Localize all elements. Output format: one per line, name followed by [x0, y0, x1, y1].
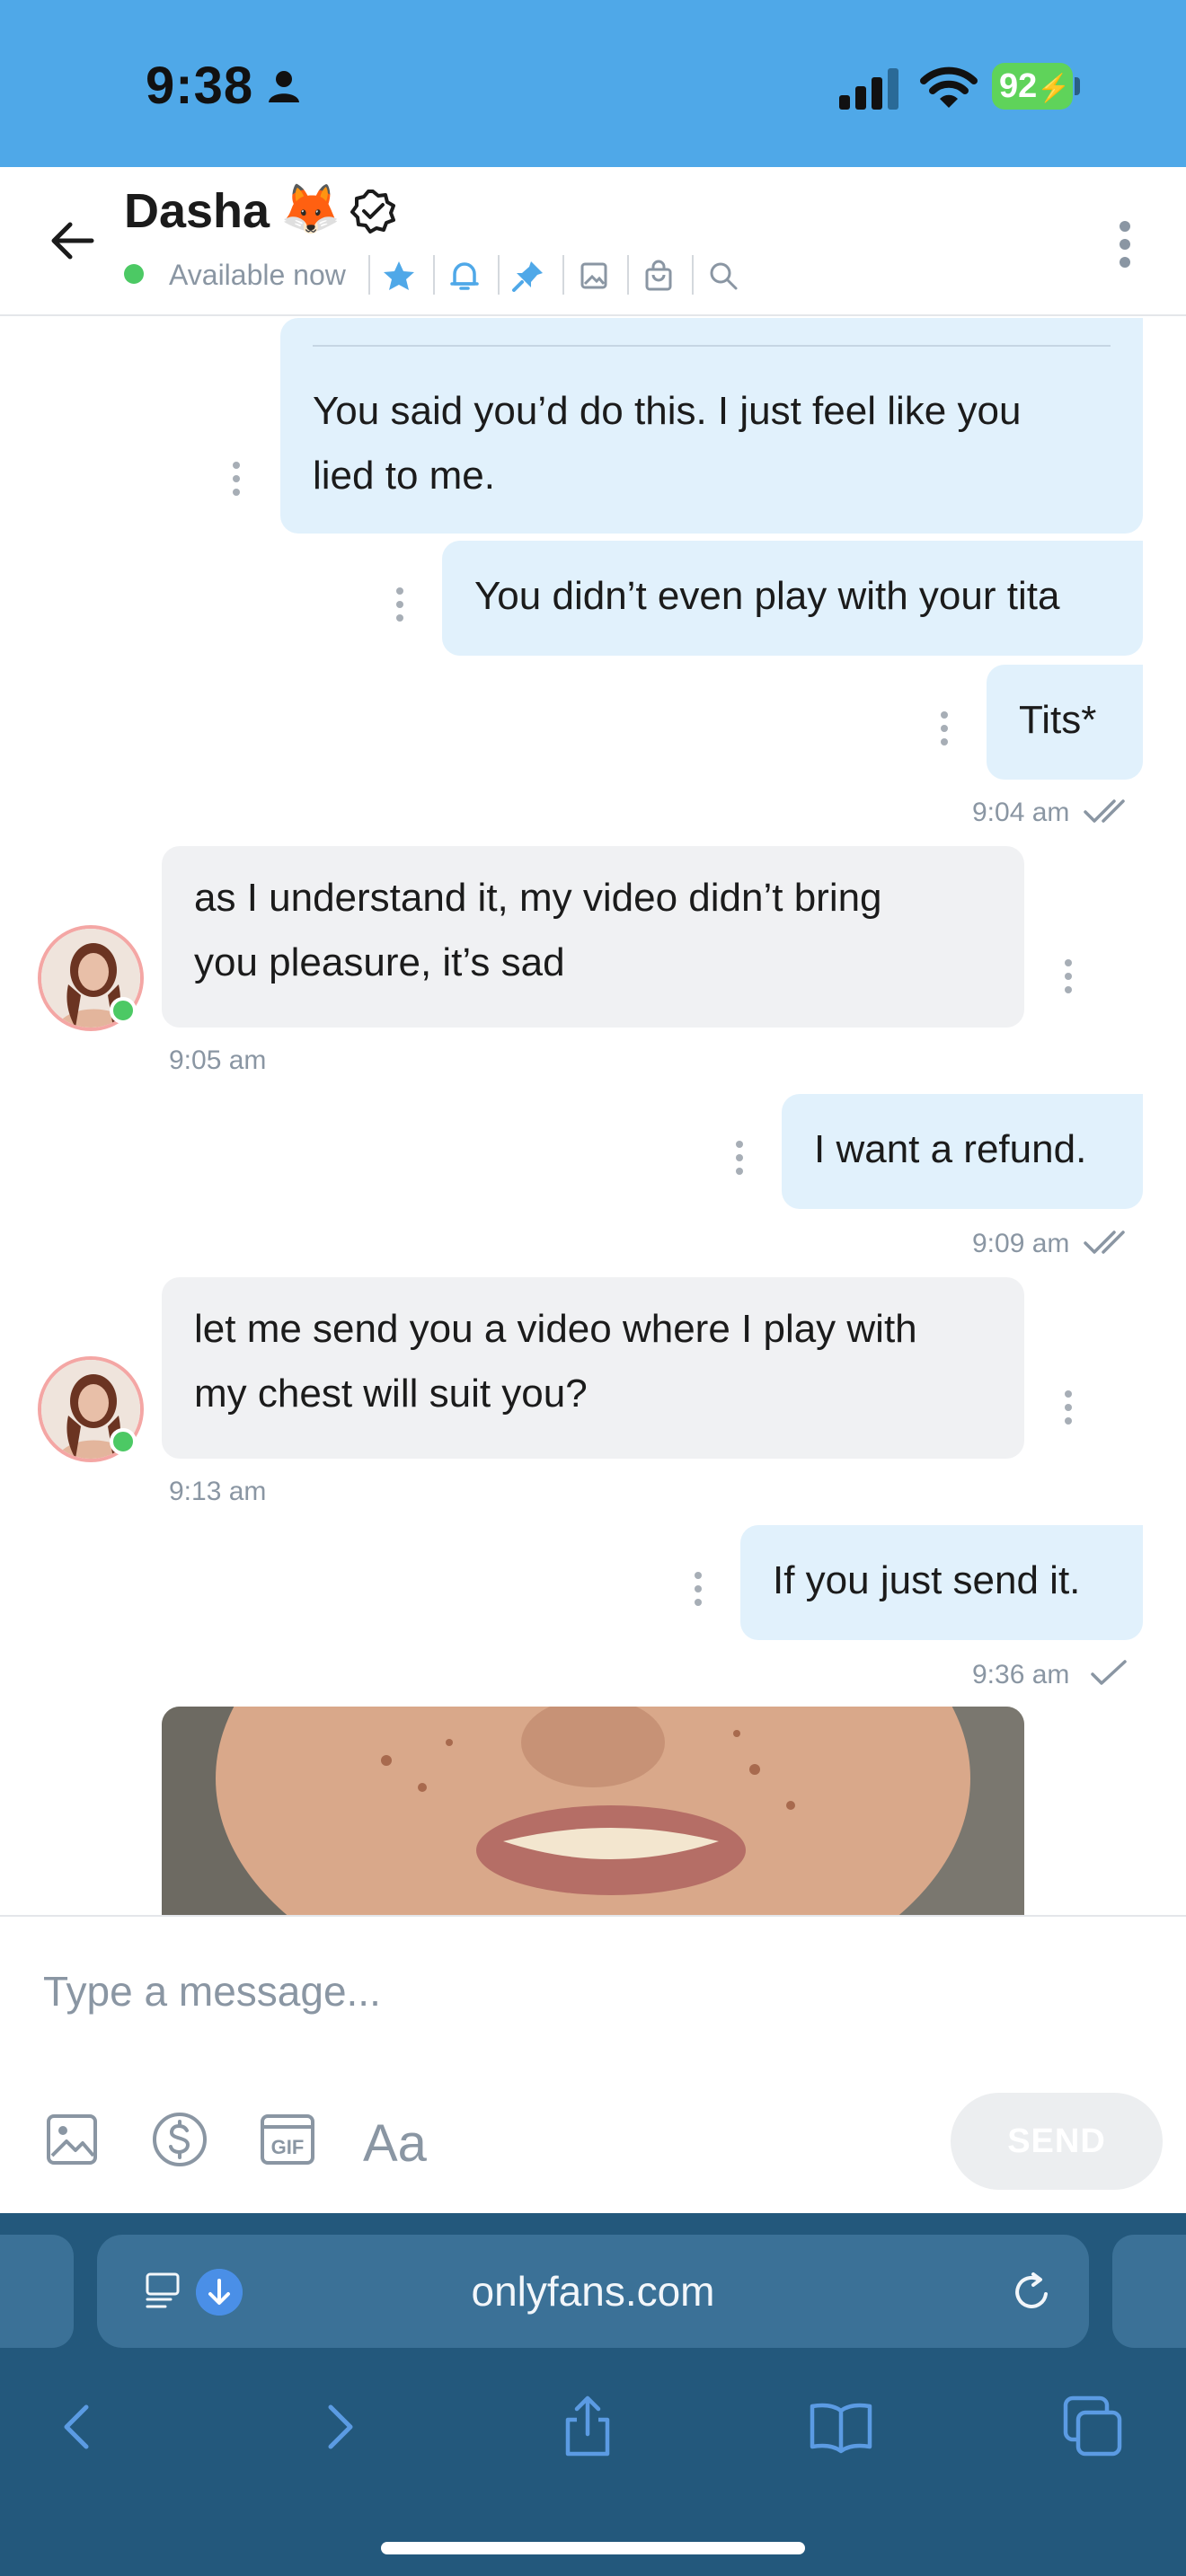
share-icon[interactable] — [555, 2395, 620, 2459]
message-bubble-outgoing[interactable]: You didn’t even play with your tita — [442, 541, 1143, 656]
tabs-icon[interactable] — [1060, 2395, 1125, 2459]
send-button[interactable]: SEND — [951, 2093, 1163, 2190]
message-options-button[interactable] — [733, 1141, 746, 1182]
svg-text:Aa: Aa — [363, 2114, 428, 2170]
message-options-button[interactable] — [1062, 959, 1075, 1001]
message-text-line: as I understand it, my video didn’t brin… — [194, 876, 882, 920]
battery-level: 92 — [999, 67, 1038, 105]
double-check-icon — [1084, 1231, 1125, 1254]
check-icon — [1091, 1660, 1127, 1685]
battery-icon: 92⚡ — [992, 63, 1073, 110]
status-bar: 9:38 92⚡ — [0, 0, 1186, 167]
online-status-dot — [124, 264, 144, 284]
quoted-message-divider — [313, 345, 1111, 347]
message-bubble-outgoing[interactable]: You said you’d do this. I just feel like… — [280, 318, 1143, 534]
image-icon[interactable] — [577, 259, 611, 293]
message-text: You didn’t even play with your tita — [474, 574, 1060, 618]
back-arrow-icon[interactable] — [45, 214, 99, 268]
svg-text:GIF: GIF — [271, 2136, 305, 2158]
font-icon[interactable]: Aa — [363, 2109, 431, 2170]
star-icon[interactable] — [382, 259, 416, 293]
download-icon[interactable] — [196, 2269, 243, 2316]
message-options-button[interactable] — [394, 587, 406, 629]
header-divider — [498, 255, 500, 295]
chat-header: Dasha 🦊 Available now — [0, 167, 1186, 316]
fox-emoji: 🦊 — [280, 182, 341, 236]
address-url[interactable]: onlyfans.com — [97, 2235, 1089, 2348]
header-divider — [368, 255, 370, 295]
header-divider — [627, 255, 629, 295]
message-timestamp: 9:09 am — [972, 1229, 1070, 1258]
double-check-icon — [1084, 799, 1125, 823]
person-icon — [269, 71, 299, 102]
message-text-line: lied to me. — [313, 454, 495, 498]
message-text: Tits* — [1019, 698, 1097, 742]
message-timestamp: 9:05 am — [169, 1045, 267, 1075]
message-bubble-outgoing[interactable]: If you just send it. — [740, 1525, 1143, 1640]
message-text: I want a refund. — [814, 1127, 1087, 1171]
browser-toolbar: onlyfans.com — [0, 2213, 1186, 2576]
message-bubble-incoming[interactable]: let me send you a video where I play wit… — [162, 1277, 1024, 1459]
message-input[interactable] — [43, 1960, 1121, 2023]
battery-tip — [1075, 77, 1080, 95]
status-time: 9:38 — [146, 57, 254, 115]
cellular-signal-icon — [839, 68, 898, 110]
message-timestamp: 9:13 am — [169, 1477, 267, 1506]
home-indicator[interactable] — [381, 2542, 805, 2554]
header-divider — [433, 255, 435, 295]
message-text-line: You said you’d do this. I just feel like… — [313, 389, 1022, 433]
image-icon[interactable] — [41, 2109, 102, 2170]
address-bar[interactable]: onlyfans.com — [97, 2235, 1089, 2348]
reload-icon[interactable] — [1008, 2269, 1055, 2316]
forward-icon[interactable] — [305, 2395, 370, 2459]
header-divider — [562, 255, 564, 295]
message-bubble-incoming[interactable]: as I understand it, my video didn’t brin… — [162, 846, 1024, 1028]
gif-icon[interactable]: GIF — [257, 2109, 318, 2170]
message-timestamp: 9:04 am — [972, 798, 1070, 827]
message-bubble-outgoing[interactable]: I want a refund. — [782, 1094, 1143, 1209]
search-icon[interactable] — [706, 259, 740, 293]
bag-icon[interactable] — [642, 259, 676, 293]
message-text: If you just send it. — [773, 1558, 1081, 1602]
avatar-online-dot — [110, 1428, 137, 1455]
pin-icon[interactable] — [511, 259, 545, 293]
message-text-line: my chest will suit you? — [194, 1372, 588, 1416]
page-menu-icon[interactable] — [144, 2271, 185, 2312]
contact-name[interactable]: Dasha — [124, 183, 270, 239]
verified-badge-icon — [350, 190, 395, 234]
message-text-line: let me send you a video where I play wit… — [194, 1307, 917, 1351]
media-preview[interactable] — [162, 1707, 1024, 1915]
more-vertical-icon[interactable] — [1109, 217, 1141, 271]
message-options-button[interactable] — [692, 1572, 704, 1613]
message-options-button[interactable] — [230, 462, 243, 503]
message-options-button[interactable] — [1062, 1390, 1075, 1432]
wifi-icon — [920, 66, 978, 108]
message-composer: GIF Aa SEND — [0, 1915, 1186, 2213]
message-timestamp: 9:36 am — [972, 1660, 1070, 1689]
avatar-online-dot — [110, 997, 137, 1024]
header-divider — [692, 255, 694, 295]
bell-icon[interactable] — [447, 259, 482, 293]
presence-text: Available now — [169, 259, 346, 291]
message-bubble-outgoing[interactable]: Tits* — [987, 665, 1143, 780]
dollar-icon[interactable] — [149, 2109, 210, 2170]
media-image — [162, 1707, 1024, 1915]
back-icon[interactable] — [47, 2395, 111, 2459]
next-tab[interactable] — [1112, 2235, 1186, 2348]
bookmarks-icon[interactable] — [809, 2395, 873, 2459]
message-text-line: you pleasure, it’s sad — [194, 940, 565, 984]
previous-tab[interactable] — [0, 2235, 74, 2348]
message-options-button[interactable] — [938, 711, 951, 753]
